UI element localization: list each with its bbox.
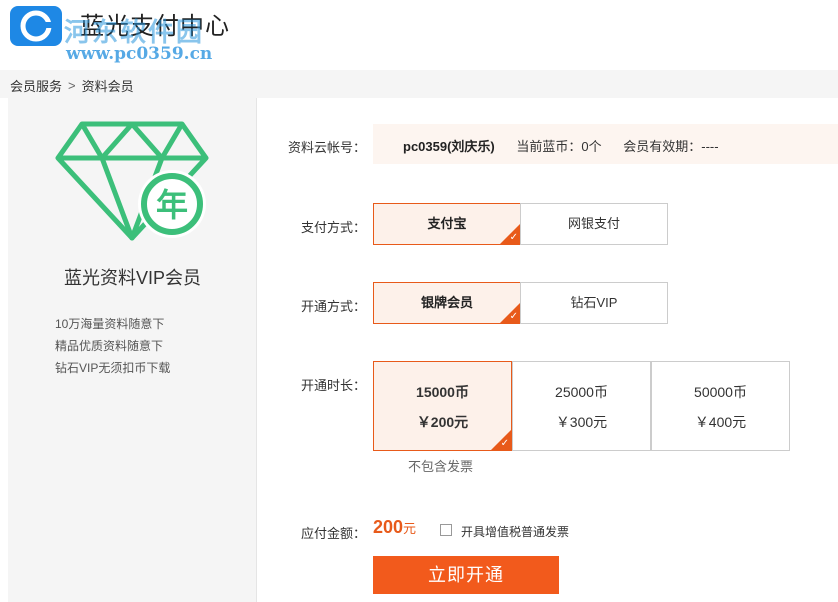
feature-item: 钻石VIP无须扣币下载 [55, 361, 171, 375]
membership-label: 开通方式： [300, 299, 366, 314]
breadcrumb-current: 资料会员 [81, 79, 134, 94]
membership-option-label: 钻石VIP [570, 295, 618, 310]
total-label: 应付金额： [300, 526, 366, 541]
vat-invoice-label[interactable]: 开具增值税普通发票 [461, 523, 569, 540]
total-amount-unit: 元 [403, 521, 417, 536]
payment-option-label: 网银支付 [567, 216, 620, 231]
breadcrumb-parent[interactable]: 会员服务 [10, 79, 62, 94]
duration-coins: 25000币 [555, 384, 608, 400]
duration-price: ￥400元 [694, 414, 747, 430]
diamond-icon: 年 [55, 121, 209, 241]
payment-option-bank[interactable]: 网银支付 [520, 203, 668, 245]
submit-button[interactable]: 立即开通 [373, 556, 559, 594]
lg-logo-icon [10, 6, 62, 46]
vip-title: 蓝光资料VIP会员 [63, 268, 201, 288]
duration-option-25000[interactable]: 25000币 ￥300元 [512, 361, 651, 451]
coin-balance: 当前蓝币：0个 [516, 139, 602, 154]
duration-option-50000[interactable]: 50000币 ￥400元 [651, 361, 790, 451]
payment-label: 支付方式： [300, 220, 366, 235]
vat-invoice-checkbox[interactable] [440, 524, 452, 536]
duration-price: ￥300元 [555, 414, 608, 430]
account-name: pc0359(刘庆乐) [403, 139, 495, 154]
total-amount: 200元 [373, 517, 416, 538]
feature-item: 精品优质资料随意下 [55, 339, 164, 353]
year-badge-text: 年 [156, 186, 188, 224]
membership-validity: 会员有效期：---- [623, 139, 719, 154]
payment-option-label: 支付宝 [427, 216, 467, 231]
duration-label: 开通时长： [300, 378, 366, 393]
feature-item: 10万海量资料随意下 [55, 317, 165, 331]
membership-option-label: 银牌会员 [420, 295, 473, 310]
breadcrumb: 会员服务 > 资料会员 [0, 70, 838, 98]
account-label: 资料云帐号： [287, 140, 366, 155]
total-amount-value: 200 [373, 517, 404, 537]
feature-list: 10万海量资料随意下 精品优质资料随意下 钻石VIP无须扣币下载 [55, 313, 170, 379]
breadcrumb-separator: > [68, 78, 76, 93]
duration-coins: 50000币 [694, 384, 747, 400]
membership-option-diamond[interactable]: 钻石VIP [520, 282, 668, 324]
membership-option-silver[interactable]: 银牌会员 ✓ [373, 282, 521, 324]
membership-info-panel: 年 蓝光资料VIP会员 10万海量资料随意下 精品优质资料随意下 钻石VIP无须… [8, 98, 257, 602]
account-info: pc0359(刘庆乐) 当前蓝币：0个 会员有效期：---- [373, 124, 838, 164]
duration-price: ￥200元 [416, 414, 469, 430]
watermark-url: www.pc0359.cn [66, 44, 213, 64]
order-form: 资料云帐号： pc0359(刘庆乐) 当前蓝币：0个 会员有效期：---- 支付… [257, 98, 838, 602]
invoice-note: 不包含发票 [408, 459, 474, 474]
duration-coins: 15000币 [416, 384, 469, 400]
payment-option-alipay[interactable]: 支付宝 ✓ [373, 203, 521, 245]
header: 蓝光支付中心 河东软件园 www.pc0359.cn [0, 0, 838, 68]
duration-option-15000[interactable]: 15000币 ￥200元 ✓ [373, 361, 512, 451]
